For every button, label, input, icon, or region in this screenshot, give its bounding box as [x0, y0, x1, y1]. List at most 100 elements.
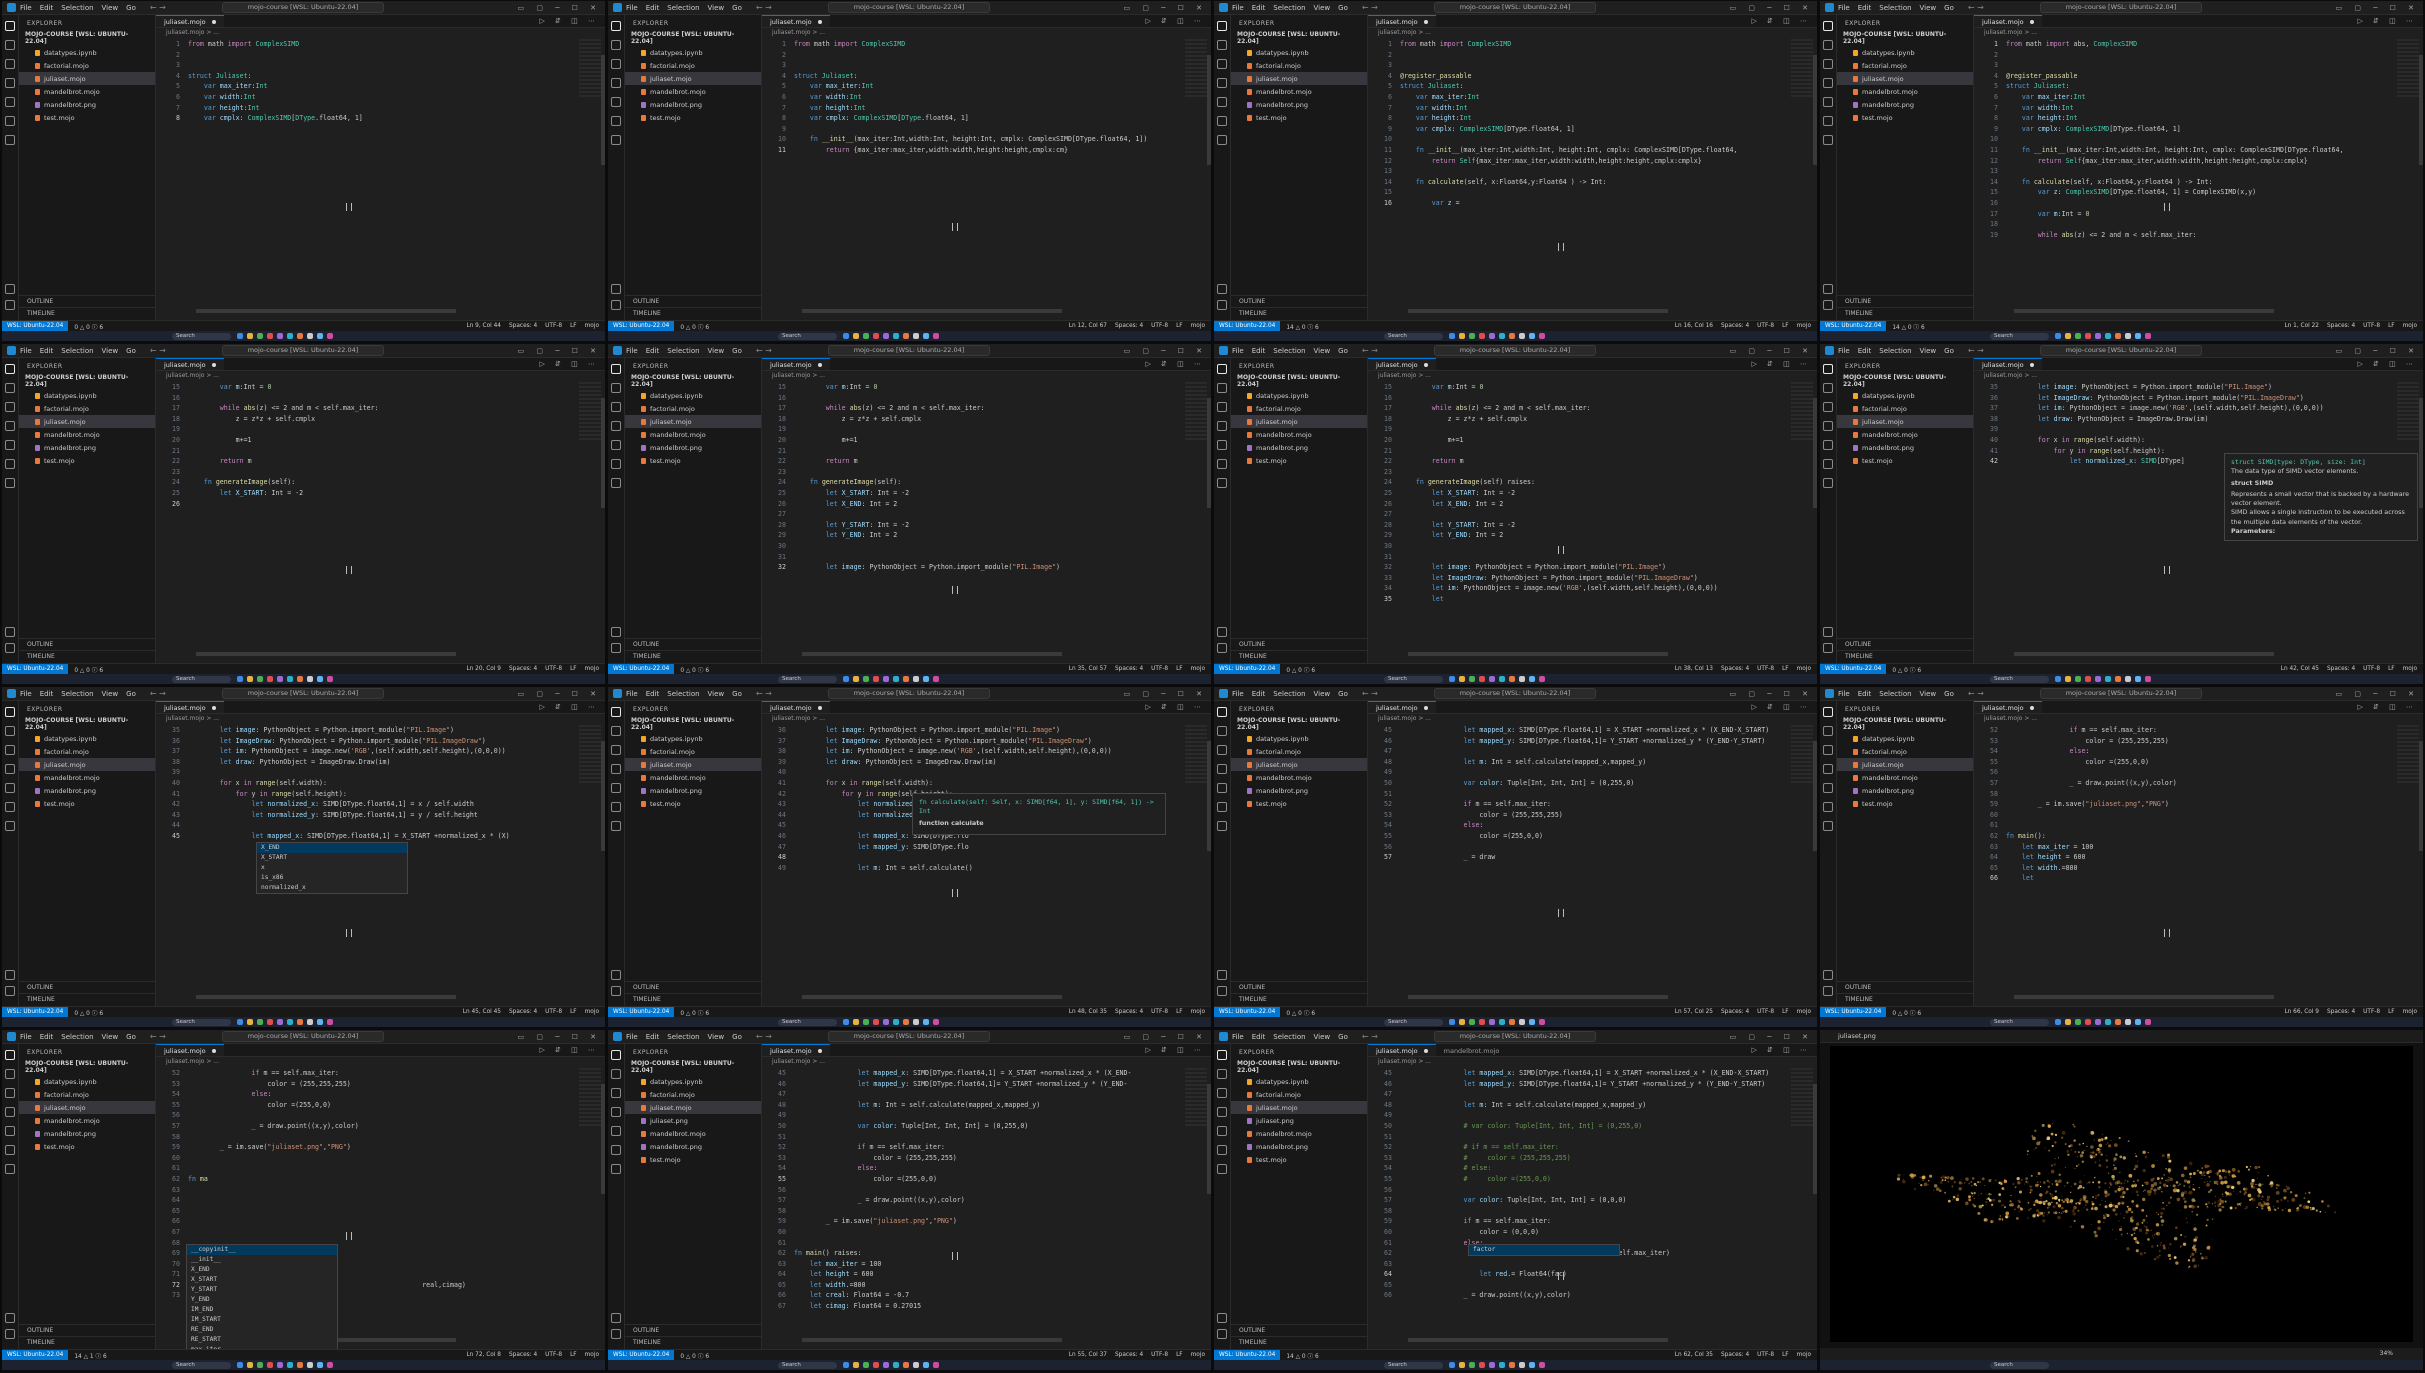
outline-section[interactable]: OUTLINE	[19, 638, 155, 650]
remote-explorer-icon[interactable]	[1217, 116, 1227, 126]
language-mode[interactable]: mojo	[1797, 666, 1811, 672]
breadcrumb[interactable]: juliaset.mojo > ...	[1368, 28, 1817, 37]
explorer-icon[interactable]	[1217, 21, 1227, 31]
taskbar-app-icon[interactable]	[1539, 333, 1545, 339]
search-icon[interactable]	[5, 40, 15, 50]
run-debug-icon[interactable]	[1217, 78, 1227, 88]
remote-indicator[interactable]: WSL: Ubuntu-22.04	[1820, 321, 1887, 331]
file-item[interactable]: juliaset.png	[1231, 1114, 1367, 1127]
nav-arrows-icon[interactable]: ← →	[756, 346, 772, 355]
taskbar-app-icon[interactable]	[237, 1019, 243, 1025]
file-item[interactable]: factorial.mojo	[625, 1088, 761, 1101]
menu-edit[interactable]: Edit	[1858, 347, 1872, 355]
remote-indicator[interactable]: WSL: Ubuntu-22.04	[2, 321, 69, 331]
source-control-icon[interactable]	[611, 745, 621, 755]
file-item[interactable]: mandelbrot.mojo	[1231, 771, 1367, 784]
file-item[interactable]: factorial.mojo	[625, 59, 761, 72]
taskbar-app-icon[interactable]	[1489, 1019, 1495, 1025]
file-item[interactable]: factorial.mojo	[1837, 59, 1973, 72]
taskbar-search[interactable]: Search	[172, 1018, 231, 1026]
account-icon[interactable]	[1823, 970, 1833, 980]
menu-file[interactable]: File	[20, 347, 32, 355]
menu-edit[interactable]: Edit	[40, 4, 54, 12]
file-item[interactable]: mandelbrot.png	[625, 784, 761, 797]
taskbar-app-icon[interactable]	[2095, 333, 2101, 339]
editor-actions[interactable]: ▷ ⇵ ◫ ⋯	[1145, 360, 1205, 368]
account-icon[interactable]	[611, 284, 621, 294]
gear-icon[interactable]	[1823, 986, 1833, 996]
file-item[interactable]: factorial.mojo	[1231, 59, 1367, 72]
file-item[interactable]: test.mojo	[1837, 797, 1973, 810]
suggestion-item[interactable]: RE_END	[187, 1325, 337, 1335]
cursor-position[interactable]: Ln 35, Col 57	[1069, 666, 1107, 672]
file-item[interactable]: juliaset.png	[625, 1114, 761, 1127]
taskbar-app-icon[interactable]	[1519, 676, 1525, 682]
minimap[interactable]	[579, 39, 601, 99]
breadcrumb[interactable]: juliaset.mojo > ...	[1368, 714, 1817, 723]
taskbar-app-icon[interactable]	[883, 676, 889, 682]
timeline-section[interactable]: TIMELINE	[1231, 650, 1367, 662]
menu-edit[interactable]: Edit	[40, 690, 54, 698]
taskbar-app-icon[interactable]	[297, 1362, 303, 1368]
tab-juliaset[interactable]: juliaset.mojo	[1368, 1044, 1436, 1056]
nav-arrows-icon[interactable]: ← →	[1362, 3, 1378, 12]
taskbar-app-icon[interactable]	[297, 1019, 303, 1025]
window-controls[interactable]: ▭ ▢ ─ ☐ ✕	[1124, 1033, 1207, 1041]
code-editor[interactable]: 45 let mapped_x: SIMD[DType.float64,1] =…	[762, 1068, 1179, 1350]
menu-selection[interactable]: Selection	[61, 347, 93, 355]
taskbar-app-icon[interactable]	[1529, 333, 1535, 339]
extensions-icon[interactable]	[611, 440, 621, 450]
testing-icon[interactable]	[5, 135, 15, 145]
nav-arrows-icon[interactable]: ← →	[1968, 3, 1984, 12]
menu-view[interactable]: View	[102, 347, 119, 355]
breadcrumb[interactable]: juliaset.mojo > ...	[156, 28, 605, 37]
file-item[interactable]: factorial.mojo	[19, 1088, 155, 1101]
taskbar-app-icon[interactable]	[277, 676, 283, 682]
search-icon[interactable]	[611, 40, 621, 50]
taskbar-app-icon[interactable]	[853, 1019, 859, 1025]
account-icon[interactable]	[611, 627, 621, 637]
menu-go[interactable]: Go	[1338, 347, 1348, 355]
minimap[interactable]	[2397, 382, 2419, 442]
outline-section[interactable]: OUTLINE	[625, 1324, 761, 1336]
gear-icon[interactable]	[5, 986, 15, 996]
taskbar-app-icon[interactable]	[1449, 676, 1455, 682]
command-center-search[interactable]: mojo-course [WSL: Ubuntu-22.04]	[222, 345, 384, 356]
menu-view[interactable]: View	[1314, 4, 1331, 12]
minimap[interactable]	[1791, 725, 1813, 785]
indentation[interactable]: Spaces: 4	[1115, 666, 1143, 672]
outline-section[interactable]: OUTLINE	[1837, 638, 1973, 650]
command-center-search[interactable]: mojo-course [WSL: Ubuntu-22.04]	[828, 2, 990, 13]
encoding[interactable]: UTF-8	[1151, 666, 1168, 672]
code-editor[interactable]: 1 from math import abs, ComplexSIMD 2 3 4 @re…	[1974, 39, 2391, 321]
taskbar-app-icon[interactable]	[2105, 676, 2111, 682]
file-item[interactable]: mandelbrot.png	[1837, 98, 1973, 111]
taskbar-app-icon[interactable]	[863, 333, 869, 339]
indentation[interactable]: Spaces: 4	[1115, 1352, 1143, 1358]
testing-icon[interactable]	[611, 1164, 621, 1174]
command-center-search[interactable]: mojo-course [WSL: Ubuntu-22.04]	[828, 1031, 990, 1042]
file-item[interactable]: juliaset.mojo	[1231, 415, 1367, 428]
file-item[interactable]: datatypes.ipynb	[625, 1075, 761, 1088]
problems-count[interactable]: 14 △ 1 ⓘ 6	[74, 1351, 106, 1360]
taskbar-app-icon[interactable]	[2115, 676, 2121, 682]
minimap[interactable]	[1791, 1068, 1813, 1128]
testing-icon[interactable]	[1823, 821, 1833, 831]
explorer-icon[interactable]	[1823, 21, 1833, 31]
taskbar-app-icon[interactable]	[1519, 333, 1525, 339]
taskbar-app-icon[interactable]	[247, 1362, 253, 1368]
taskbar-search[interactable]: Search	[778, 332, 837, 340]
outline-section[interactable]: OUTLINE	[625, 295, 761, 307]
menu-view[interactable]: View	[708, 690, 725, 698]
command-center-search[interactable]: mojo-course [WSL: Ubuntu-22.04]	[2040, 688, 2202, 699]
run-debug-icon[interactable]	[611, 78, 621, 88]
vertical-scrollbar[interactable]	[601, 55, 605, 165]
source-control-icon[interactable]	[611, 59, 621, 69]
problems-count[interactable]: 0 △ 0 ⓘ 6	[1892, 665, 1921, 674]
source-control-icon[interactable]	[1823, 745, 1833, 755]
horizontal-scrollbar[interactable]	[1408, 652, 1668, 656]
editor-actions[interactable]: ▷ ⇵ ◫ ⋯	[1751, 1046, 1811, 1054]
taskbar-app-icon[interactable]	[237, 676, 243, 682]
taskbar-app-icon[interactable]	[1479, 1362, 1485, 1368]
extensions-icon[interactable]	[1823, 97, 1833, 107]
